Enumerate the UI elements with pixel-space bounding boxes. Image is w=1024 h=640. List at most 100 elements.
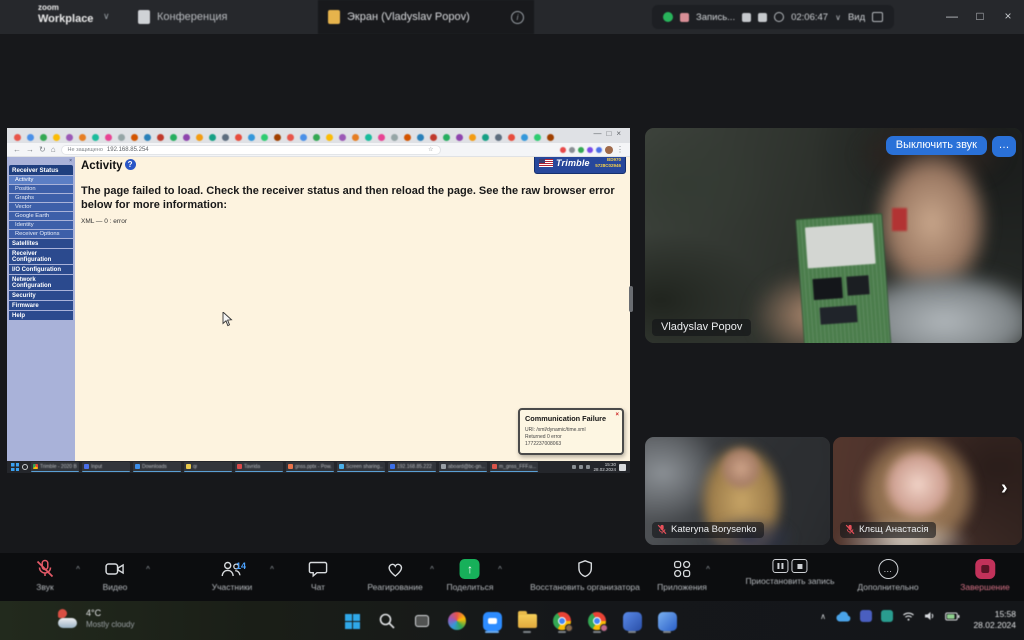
tab-meeting[interactable]: Конференция bbox=[138, 0, 227, 34]
browser-tab-favicon[interactable] bbox=[14, 134, 21, 141]
extension-icon[interactable] bbox=[596, 147, 602, 153]
battery-icon[interactable] bbox=[945, 612, 960, 621]
browser-tab-favicon[interactable] bbox=[521, 134, 528, 141]
chrome-profile2-button[interactable] bbox=[584, 608, 610, 634]
browser-tab-favicon[interactable] bbox=[378, 134, 385, 141]
taskbar-app[interactable]: Downloads bbox=[133, 462, 181, 472]
toolbar-chat-button[interactable]: Чат bbox=[308, 559, 328, 592]
browser-tab-favicon[interactable] bbox=[443, 134, 450, 141]
tray-icon[interactable] bbox=[572, 465, 576, 469]
tab-shared-screen[interactable]: Экран (Vladyslav Popov) i bbox=[318, 0, 534, 34]
browser-profile-avatar[interactable] bbox=[605, 146, 613, 154]
wifi-icon[interactable] bbox=[902, 611, 915, 621]
zoom-app-button[interactable] bbox=[479, 608, 505, 634]
sidebar-item-receiver-configuration[interactable]: Receiver Configuration bbox=[9, 249, 73, 264]
browser-tab-favicon[interactable] bbox=[27, 134, 34, 141]
video-tile-kateryna[interactable]: Kateryna Borysenko bbox=[645, 437, 830, 545]
browser-tab-favicon[interactable] bbox=[248, 134, 255, 141]
sidebar-collapse-icon[interactable]: × bbox=[69, 159, 72, 164]
widgets-app-button[interactable] bbox=[444, 608, 470, 634]
blue-app2-button[interactable] bbox=[654, 608, 680, 634]
browser-tab-favicon[interactable] bbox=[105, 134, 112, 141]
share-options-caret[interactable]: ^ bbox=[498, 565, 502, 574]
browser-tab-favicon[interactable] bbox=[391, 134, 398, 141]
view-button-label[interactable]: Вид bbox=[848, 12, 865, 23]
info-icon[interactable]: i bbox=[511, 11, 524, 24]
taskbar-app-chrome[interactable]: Trimble - 2020 B... bbox=[31, 462, 79, 472]
volume-icon[interactable] bbox=[924, 611, 936, 621]
browser-tab-favicon[interactable] bbox=[482, 134, 489, 141]
sidebar-item-security[interactable]: Security bbox=[9, 291, 73, 300]
sidebar-item-activity[interactable]: Activity bbox=[9, 176, 73, 184]
browser-tab-favicon[interactable] bbox=[339, 134, 346, 141]
toolbar-recording-controls[interactable]: Приостановить запись bbox=[745, 559, 834, 586]
back-icon[interactable]: ← bbox=[13, 146, 21, 154]
browser-tab-favicon[interactable] bbox=[456, 134, 463, 141]
browser-tab-favicon[interactable] bbox=[53, 134, 60, 141]
sidebar-item-identity[interactable]: Identity bbox=[9, 221, 73, 229]
browser-tab-favicon[interactable] bbox=[261, 134, 268, 141]
extension-icon[interactable] bbox=[569, 147, 575, 153]
browser-tab-favicon[interactable] bbox=[183, 134, 190, 141]
taskbar-app[interactable]: m_gnss_FFF.u... bbox=[490, 462, 538, 472]
sidebar-item-position[interactable]: Position bbox=[9, 185, 73, 193]
search-button[interactable] bbox=[374, 608, 400, 634]
taskbar-app[interactable]: Screen sharing... bbox=[337, 462, 385, 472]
help-icon[interactable]: ? bbox=[125, 159, 136, 170]
browser-tab-favicon[interactable] bbox=[131, 134, 138, 141]
browser-tab-favicon[interactable] bbox=[274, 134, 281, 141]
browser-tab-favicon[interactable] bbox=[300, 134, 307, 141]
browser-minimize-icon[interactable]: — bbox=[593, 129, 606, 138]
browser-tab-favicon[interactable] bbox=[118, 134, 125, 141]
browser-window-controls[interactable]: —□× bbox=[593, 129, 626, 138]
browser-tab-favicon[interactable] bbox=[430, 134, 437, 141]
status-square2-icon[interactable] bbox=[758, 13, 767, 22]
taskbar-app[interactable]: Input bbox=[82, 462, 130, 472]
file-explorer-button[interactable] bbox=[514, 608, 540, 634]
address-bar[interactable]: Не защищено 192.168.85.254 ☆ bbox=[61, 145, 441, 155]
browser-tab-favicon[interactable] bbox=[170, 134, 177, 141]
chrome-button[interactable] bbox=[549, 608, 575, 634]
logo-caret-icon[interactable]: ∨ bbox=[103, 11, 110, 22]
browser-tab-favicon[interactable] bbox=[209, 134, 216, 141]
taskbar-app[interactable]: Tavrida bbox=[235, 462, 283, 472]
browser-tab-favicon[interactable] bbox=[326, 134, 333, 141]
browser-maximize-icon[interactable]: □ bbox=[606, 129, 616, 138]
browser-menu-icon[interactable]: ⋮ bbox=[616, 146, 624, 154]
home-icon[interactable]: ⌂ bbox=[51, 146, 56, 154]
sidebar-header-receiver-status[interactable]: Receiver Status bbox=[9, 165, 73, 175]
toolbar-apps-button[interactable]: Приложения bbox=[657, 559, 707, 592]
view-icon[interactable] bbox=[872, 12, 883, 22]
sidebar-item-google-earth[interactable]: Google Earth bbox=[9, 212, 73, 220]
task-view-button[interactable] bbox=[409, 608, 435, 634]
browser-tab-favicon[interactable] bbox=[144, 134, 151, 141]
taskbar-app[interactable]: gnss.pptx - Pow... bbox=[286, 462, 334, 472]
window-minimize-button[interactable]: — bbox=[942, 9, 962, 23]
tray-expand-icon[interactable]: ∧ bbox=[820, 612, 826, 621]
taskbar-app[interactable]: aboard@bc-gn... bbox=[439, 462, 487, 472]
timer-caret-icon[interactable]: ∨ bbox=[835, 13, 841, 22]
taskbar-clock[interactable]: 15:58 28.02.2024 bbox=[973, 609, 1016, 631]
sidebar-item-graphs[interactable]: Graphs bbox=[9, 194, 73, 202]
sidebar-item-satellites[interactable]: Satellites bbox=[9, 239, 73, 248]
video-tile-anastasiia[interactable]: Клєщ Анастасія bbox=[833, 437, 1022, 545]
browser-tab-favicon[interactable] bbox=[92, 134, 99, 141]
inner-clock[interactable]: 15:30 28.02.2024 bbox=[593, 462, 616, 472]
security-label[interactable]: Не защищено bbox=[68, 147, 103, 153]
browser-tab-favicon[interactable] bbox=[287, 134, 294, 141]
extension-icon[interactable] bbox=[587, 147, 593, 153]
extension-icon[interactable] bbox=[560, 147, 566, 153]
browser-tab-favicon[interactable] bbox=[469, 134, 476, 141]
toolbar-audio-button[interactable]: Звук bbox=[34, 559, 56, 592]
browser-tab-favicon[interactable] bbox=[495, 134, 502, 141]
bookmark-star-icon[interactable]: ☆ bbox=[428, 146, 433, 153]
teams-tray-icon[interactable] bbox=[860, 610, 872, 622]
video-tile-vladyslav[interactable]: Выключить звук … Vladyslav Popov bbox=[645, 128, 1022, 343]
tray-icon[interactable] bbox=[586, 465, 590, 469]
toolbar-video-button[interactable]: Видео bbox=[103, 559, 128, 592]
browser-tab-favicon[interactable] bbox=[157, 134, 164, 141]
apps-options-caret[interactable]: ^ bbox=[706, 565, 710, 574]
blue-app-button[interactable] bbox=[619, 608, 645, 634]
inner-search-icon[interactable] bbox=[22, 464, 28, 470]
inner-notification-icon[interactable] bbox=[619, 464, 626, 471]
